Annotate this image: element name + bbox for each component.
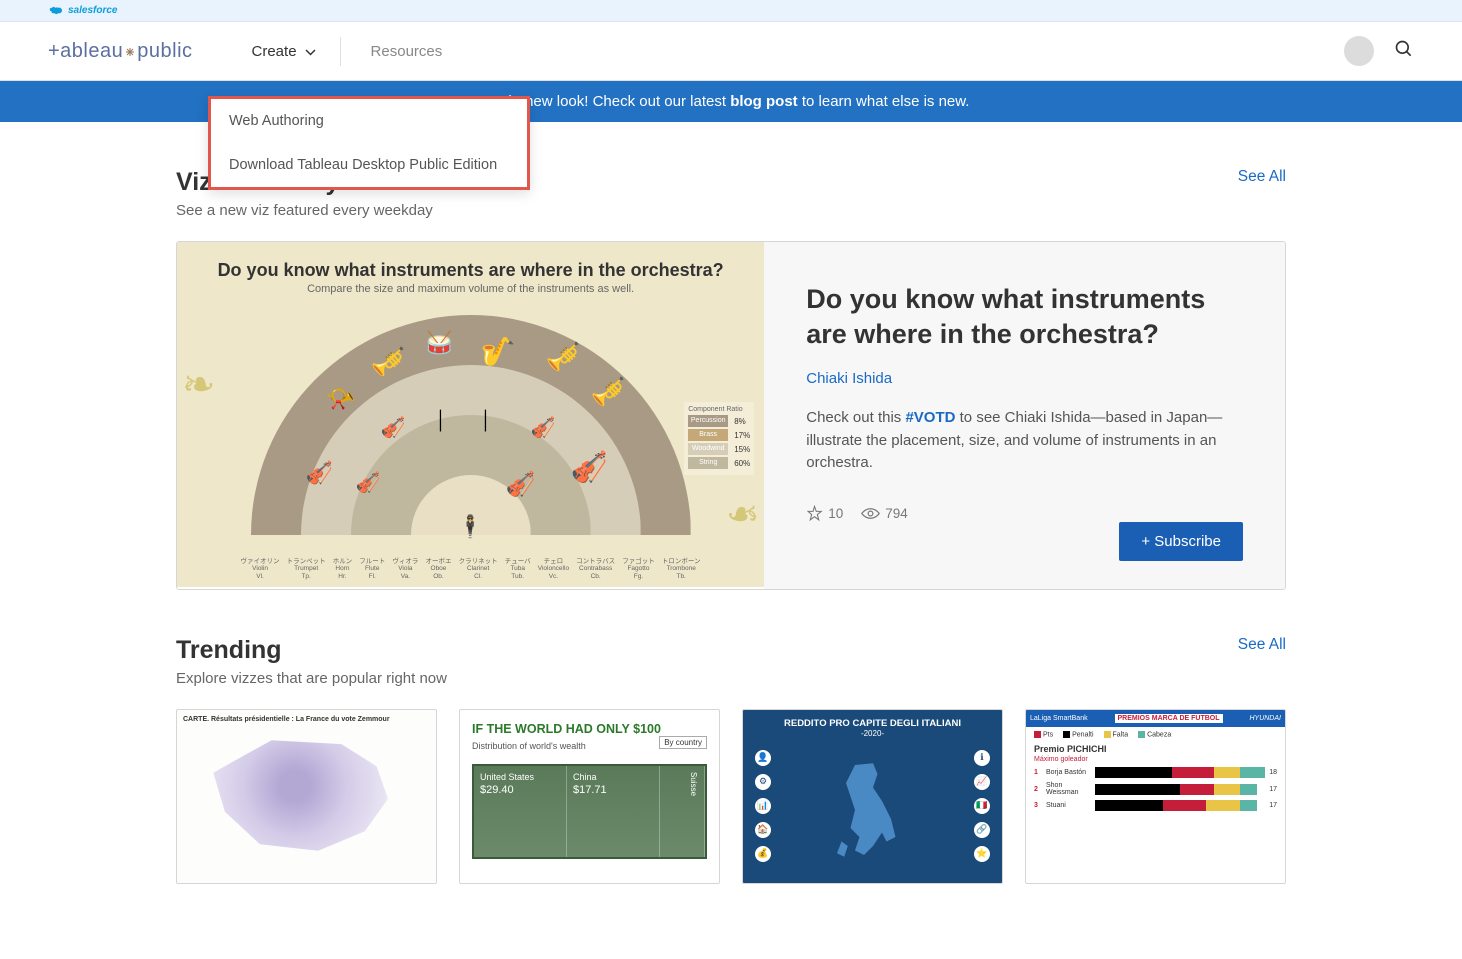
top-navigation: +ableau public Create Resources Web Auth…: [0, 22, 1462, 81]
trending-card-italy-income[interactable]: REDDITO PRO CAPITE DEGLI ITALIANI -2020-…: [742, 709, 1003, 884]
trending-see-all-link[interactable]: See All: [1238, 636, 1286, 654]
dollar-bill-graphic: United States$29.40 China$17.71 Suisse: [472, 764, 707, 859]
views-stat: 794: [861, 506, 908, 521]
legend-box: Component Ratio Percussion8% Brass17% Wo…: [684, 402, 754, 475]
star-icon: [806, 505, 823, 522]
trending-subheading: Explore vizzes that are popular right no…: [176, 670, 1286, 687]
instrument-labels: ヴァイオリンViolinVl.トランペットTrumpetTp.ホルンHornHr…: [177, 558, 764, 581]
trending-card-world-wealth[interactable]: IF THE WORLD HAD ONLY $100 Distribution …: [459, 709, 720, 884]
create-dropdown: Web Authoring Download Tableau Desktop P…: [208, 96, 530, 190]
votd-hashtag-link[interactable]: #VOTD: [905, 409, 955, 426]
trending-section-header: Trending See All: [176, 636, 1286, 665]
user-avatar[interactable]: [1344, 36, 1374, 66]
tableau-public-logo[interactable]: +ableau public: [48, 40, 193, 63]
salesforce-label: salesforce: [68, 5, 117, 16]
logo-plus-icon: [125, 47, 135, 57]
eye-icon: [861, 507, 880, 520]
salesforce-cloud-icon: [48, 5, 64, 16]
trending-card-france[interactable]: CARTE. Résultats présidentielle : La Fra…: [176, 709, 437, 884]
nav-create[interactable]: Create: [238, 37, 330, 66]
votd-description: Check out this #VOTD to see Chiaki Ishid…: [806, 407, 1243, 475]
banner-blog-link[interactable]: blog post: [730, 93, 798, 110]
leaf-decoration-icon: ❧: [182, 362, 216, 408]
leaf-decoration-icon: ❧: [726, 492, 760, 538]
favorites-stat[interactable]: 10: [806, 505, 843, 522]
dropdown-download-desktop[interactable]: Download Tableau Desktop Public Edition: [211, 143, 527, 187]
subscribe-button[interactable]: + Subscribe: [1119, 522, 1243, 561]
salesforce-brand-bar: salesforce: [0, 0, 1462, 22]
votd-info-panel: Do you know what instruments are where i…: [764, 242, 1285, 589]
trending-grid: CARTE. Résultats présidentielle : La Fra…: [176, 709, 1286, 884]
votd-title: Do you know what instruments are where i…: [806, 282, 1243, 352]
votd-thumbnail[interactable]: ❧ ❧ Do you know what instruments are whe…: [177, 242, 764, 587]
votd-subheading: See a new viz featured every weekday: [176, 202, 1286, 219]
chevron-down-icon: [305, 43, 316, 60]
orchestra-diagram: 🎺 🥁 🎷 🎺 📯 🎺 🎻 │ │ 🎻 🎻 🎻 🎻 🎻 🕴: [251, 315, 691, 525]
trending-heading: Trending: [176, 636, 282, 665]
votd-author-link[interactable]: Chiaki Ishida: [806, 370, 1243, 387]
votd-card: ❧ ❧ Do you know what instruments are whe…: [176, 241, 1286, 590]
nav-resources[interactable]: Resources: [340, 37, 457, 66]
votd-stats: 10 794: [806, 505, 1243, 522]
votd-see-all-link[interactable]: See All: [1238, 168, 1286, 186]
italy-map-icon: [828, 755, 918, 865]
conductor-icon: 🕴: [457, 514, 484, 540]
trending-card-laliga[interactable]: LaLiga SmartBank PREMIOS MARCA DE FÚTBOL…: [1025, 709, 1286, 884]
search-icon[interactable]: [1394, 39, 1414, 64]
dropdown-web-authoring[interactable]: Web Authoring: [211, 99, 527, 143]
france-map-icon: [190, 734, 423, 864]
